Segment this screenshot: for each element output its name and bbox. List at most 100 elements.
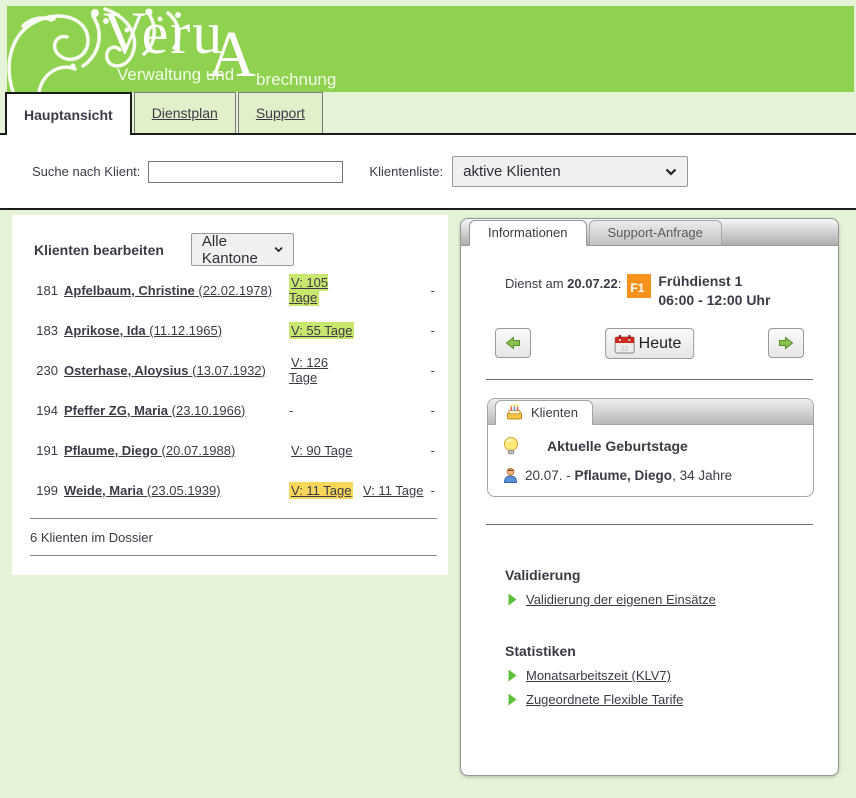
tab-klienten[interactable]: Klienten [495,400,593,425]
birthday-person-name: Pflaume, Diego [575,468,673,483]
client-id: 183 [30,323,64,338]
klientenliste-select[interactable]: aktive Klienten [452,156,688,187]
tab-label: Informationen [488,225,568,240]
green-arrow-bullet-icon [508,593,517,606]
tab-label: Klienten [531,405,578,420]
shift-date: 20.07.22 [567,276,618,291]
kantone-select[interactable]: Alle Kantone [191,233,294,266]
tab-label: Dienstplan [152,105,218,121]
row-dash: - [429,403,435,418]
klienten-box: Klienten Aktuelle Geburtstage [487,398,814,497]
monatsarbeitszeit-link[interactable]: Monatsarbeitszeit (KLV7) [526,668,671,683]
shift-time: 06:00 - 12:00 Uhr [658,292,770,308]
person-icon [502,467,519,483]
selected-option: Alle Kantone [202,233,274,267]
birthday-cake-icon [506,404,523,420]
validierung-section: Validierung Validierung der eigenen Eins… [505,567,838,607]
tab-label: Support-Anfrage [608,225,703,240]
table-row: 199 Weide, Maria (23.05.1939) V: 11 Tage… [12,470,448,510]
next-day-button[interactable] [768,328,804,358]
client-name-link[interactable]: Osterhase, Aloysius (13.07.1932) [64,363,266,378]
tab-dienstplan[interactable]: Dienstplan [134,92,236,133]
tab-informationen[interactable]: Informationen [469,220,587,246]
client-id: 230 [30,363,64,378]
client-name-link[interactable]: Pfeffer ZG, Maria (23.10.1966) [64,403,245,418]
date-navigation: 12 Heute [495,328,804,359]
birthday-header: Aktuelle Geburtstage [547,438,688,454]
vacation-days-link[interactable]: V: 11 Tage [289,482,353,499]
klientenliste-label: Klientenliste: [369,164,443,179]
calendar-icon: 12 [614,334,635,354]
info-tabbar: Informationen Support-Anfrage [461,219,838,246]
row-dash: - [429,443,435,458]
today-button[interactable]: 12 Heute [605,328,695,359]
tab-support-anfrage[interactable]: Support-Anfrage [589,220,722,245]
client-id: 194 [30,403,64,418]
logo-tagline-left: Verwaltung und [117,65,234,85]
selected-option: aktive Klienten [463,163,561,180]
client-birthdate: (23.10.1966) [172,403,246,418]
table-row: 191 Pflaume, Diego (20.07.1988) V: 90 Ta… [12,430,448,470]
vacation-days-2-link[interactable]: V: 11 Tage [361,482,425,499]
client-name-link[interactable]: Aprikose, Ida (11.12.1965) [64,323,222,338]
client-id: 181 [30,283,64,298]
chevron-down-icon [274,246,283,253]
logo-tagline-right: brechnung [256,70,336,90]
client-search-input[interactable] [148,161,343,183]
statistiken-section: Statistiken Monatsarbeitszeit (KLV7) Zug… [505,643,838,707]
arrow-right-icon [778,336,794,350]
clients-panel-title: Klienten bearbeiten [34,242,164,258]
tab-label: Support [256,105,305,121]
clients-panel: Klienten bearbeiten Alle Kantone 181 Apf… [12,215,448,575]
client-id: 191 [30,443,64,458]
table-row: 194 Pfeffer ZG, Maria (23.10.1966) - - [12,390,448,430]
tab-hauptansicht[interactable]: Hauptansicht [5,92,132,135]
row-dash: - [429,363,435,378]
table-row: 183 Aprikose, Ida (11.12.1965) V: 55 Tag… [12,310,448,350]
client-birthdate: (22.02.1978) [198,283,272,298]
tab-label: Hauptansicht [24,107,113,123]
row-dash: - [429,283,435,298]
client-name-link[interactable]: Weide, Maria (23.05.1939) [64,483,221,498]
client-list: 181 Apfelbaum, Christine (22.02.1978) V:… [12,270,448,510]
shift-details: Frühdienst 1 06:00 - 12:00 Uhr [658,272,770,310]
klienten-box-content: Aktuelle Geburtstage 20.07. - Pflaume, D… [488,425,813,496]
divider [30,555,437,556]
client-birthdate: (20.07.1988) [162,443,236,458]
today-label: Heute [639,335,682,353]
flexible-tarife-link[interactable]: Zugeordnete Flexible Tarife [526,692,683,707]
info-panel: Informationen Support-Anfrage Dienst am … [460,218,839,776]
client-birthdate: (11.12.1965) [149,323,222,338]
vacation-days-link[interactable]: V: 105 Tage [289,274,328,306]
row-dash: - [429,483,435,498]
green-arrow-bullet-icon [508,669,517,682]
client-id: 199 [30,483,64,498]
tab-support[interactable]: Support [238,92,323,133]
vacation-days-link[interactable]: V: 90 Tage [289,442,354,459]
previous-day-button[interactable] [495,328,531,358]
chevron-down-icon [665,168,677,176]
statistiken-title: Statistiken [505,643,838,659]
main-tabbar: Hauptansicht Dienstplan Support [0,92,856,135]
table-row: 181 Apfelbaum, Christine (22.02.1978) V:… [12,270,448,310]
vacation-days-link[interactable]: V: 55 Tage [289,322,354,339]
svg-text:12: 12 [621,345,629,352]
vacation-days-link[interactable]: V: 126 Tage [289,354,328,386]
client-name-link[interactable]: Pflaume, Diego (20.07.1988) [64,443,235,458]
shift-date-label: Dienst am 20.07.22: [505,272,621,291]
shift-badge: F1 [627,274,651,298]
client-birthdate: (13.07.1932) [192,363,266,378]
lightbulb-icon [502,436,520,456]
client-name-link[interactable]: Apfelbaum, Christine (22.02.1978) [64,283,272,298]
divider [486,524,813,525]
klienten-box-tabbar: Klienten [488,399,813,425]
green-arrow-bullet-icon [508,693,517,706]
client-birthdate: (23.05.1939) [147,483,221,498]
validierung-link[interactable]: Validierung der eigenen Einsätze [526,592,716,607]
row-dash: - [429,323,435,338]
vacation-days-empty: - [289,403,361,418]
arrow-left-icon [505,336,521,350]
table-row: 230 Osterhase, Aloysius (13.07.1932) V: … [12,350,448,390]
divider [486,379,813,380]
validierung-title: Validierung [505,567,838,583]
